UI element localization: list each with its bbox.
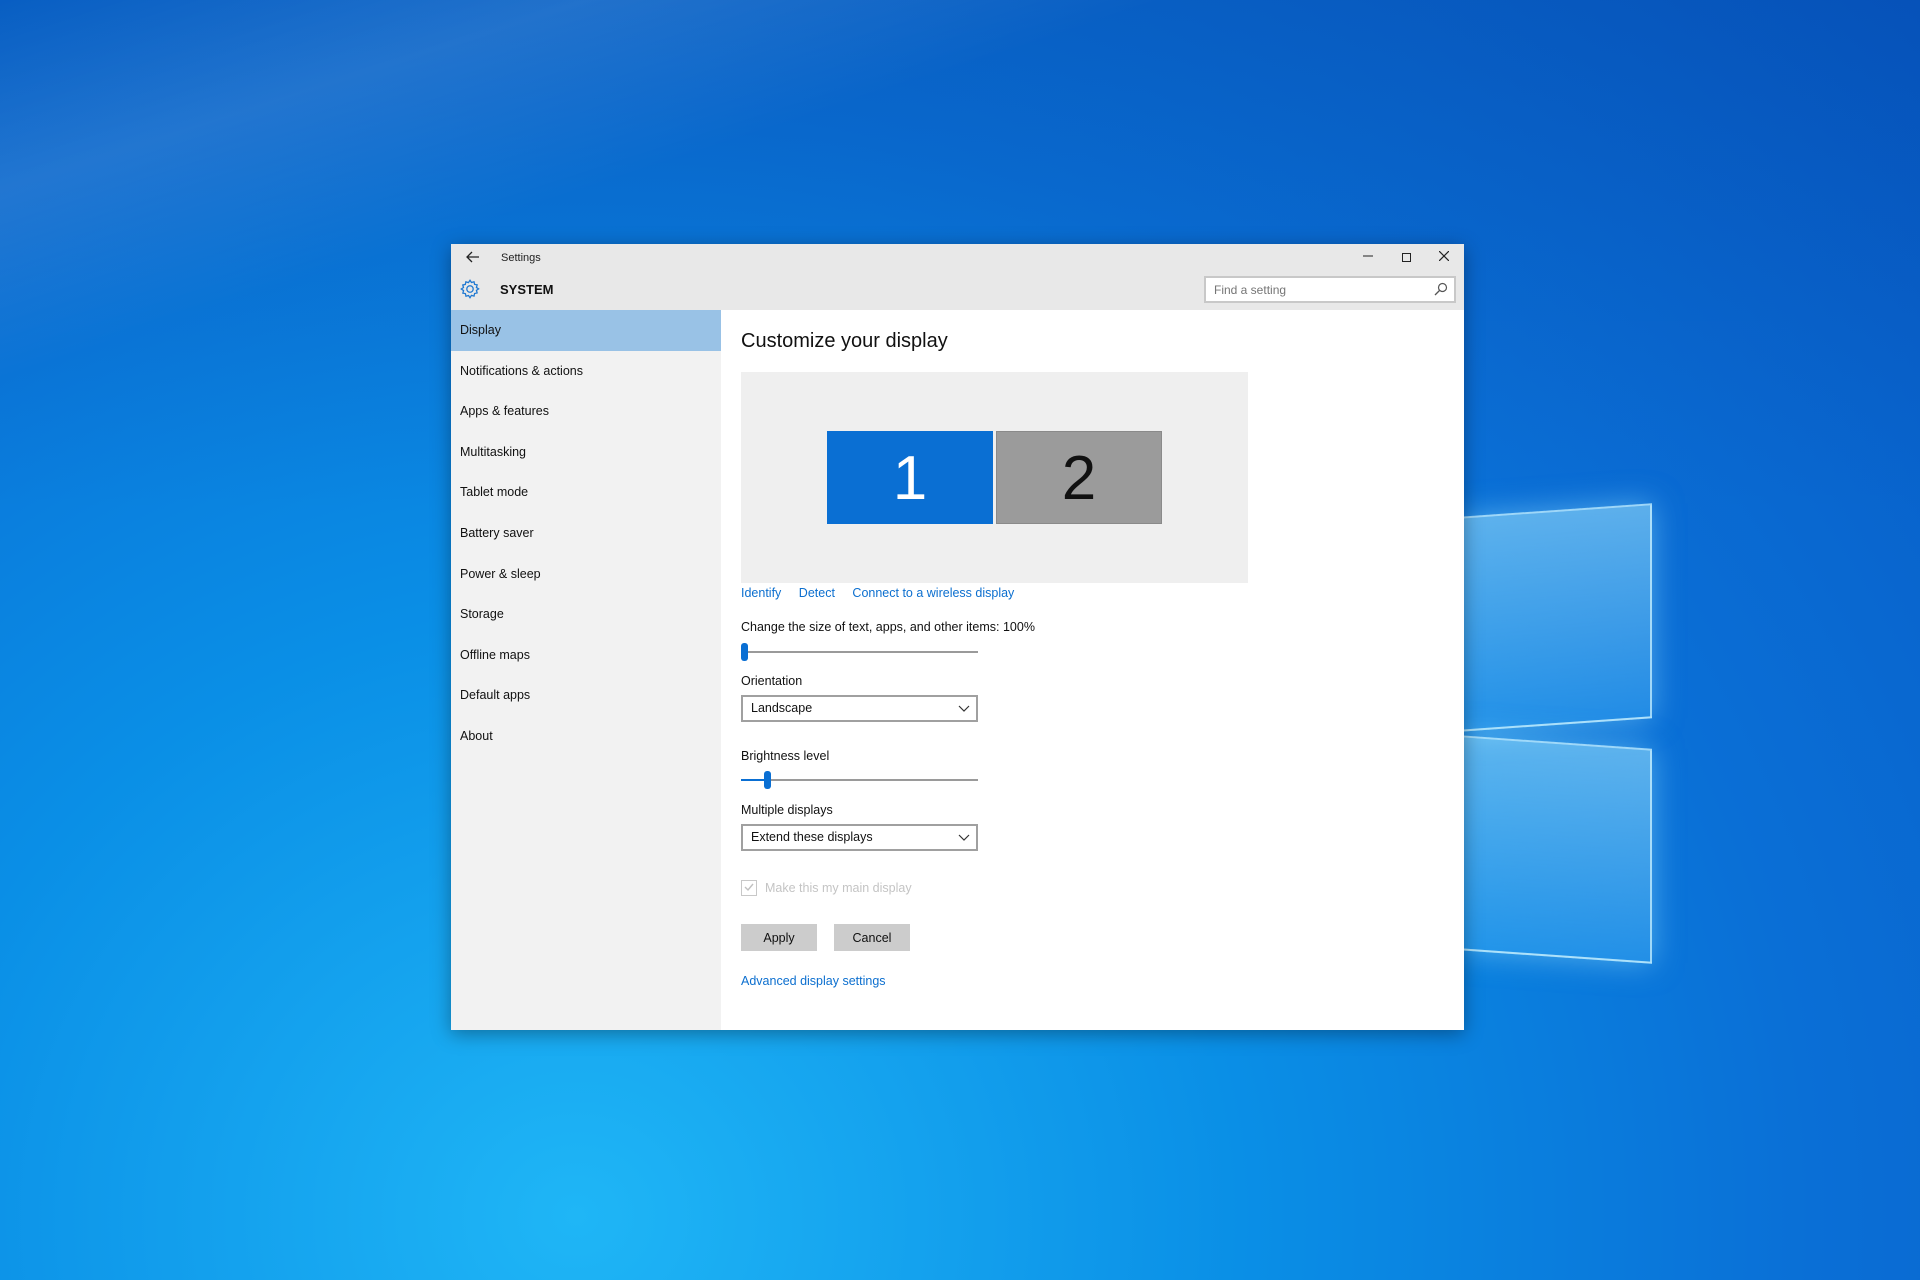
scale-label: Change the size of text, apps, and other… <box>741 620 1035 634</box>
title-bar: Settings SYSTEM <box>451 244 1464 310</box>
orientation-label: Orientation <box>741 674 803 688</box>
minimize-icon <box>1363 255 1373 257</box>
arrow-left-icon <box>466 251 479 263</box>
brightness-slider[interactable] <box>741 769 978 791</box>
settings-window: Settings SYSTEM Display Notifications <box>451 244 1464 1030</box>
section-title: SYSTEM <box>500 282 554 297</box>
sidebar-item-offline-maps[interactable]: Offline maps <box>451 635 721 676</box>
maximize-button[interactable] <box>1387 244 1425 268</box>
chevron-down-icon <box>958 705 970 712</box>
close-icon <box>1438 250 1450 262</box>
windows-logo <box>1440 503 1660 980</box>
sidebar-item-power-sleep[interactable]: Power & sleep <box>451 554 721 595</box>
checkmark-icon <box>744 883 754 892</box>
slider-track <box>741 779 978 781</box>
cancel-button[interactable]: Cancel <box>834 924 910 951</box>
wireless-display-link[interactable]: Connect to a wireless display <box>852 586 1014 600</box>
scale-slider[interactable] <box>741 641 978 663</box>
sidebar-item-battery-saver[interactable]: Battery saver <box>451 513 721 554</box>
slider-thumb[interactable] <box>764 771 771 789</box>
back-button[interactable] <box>461 248 485 270</box>
display-links: Identify Detect Connect to a wireless di… <box>741 586 1028 600</box>
search-icon[interactable] <box>1434 282 1448 296</box>
window-title: Settings <box>501 252 541 264</box>
brightness-label: Brightness level <box>741 749 830 763</box>
windows-logo-pane-top <box>1460 503 1652 732</box>
sidebar-item-multitasking[interactable]: Multitasking <box>451 432 721 473</box>
sidebar-item-tablet-mode[interactable]: Tablet mode <box>451 472 721 513</box>
slider-thumb[interactable] <box>741 643 748 661</box>
close-button[interactable] <box>1425 244 1463 268</box>
multiple-displays-dropdown[interactable]: Extend these displays <box>741 824 978 851</box>
sidebar-item-about[interactable]: About <box>451 716 721 757</box>
slider-track <box>741 651 978 653</box>
main-display-checkbox[interactable] <box>741 880 757 896</box>
identify-link[interactable]: Identify <box>741 586 781 600</box>
apply-button[interactable]: Apply <box>741 924 817 951</box>
search-input[interactable] <box>1206 278 1426 301</box>
multiple-displays-label: Multiple displays <box>741 803 833 817</box>
minimize-button[interactable] <box>1349 244 1387 268</box>
main-content: Customize your display 1 2 Identify Dete… <box>721 310 1464 1030</box>
sidebar-item-display[interactable]: Display <box>451 310 721 351</box>
multiple-displays-value: Extend these displays <box>751 830 873 844</box>
sidebar: Display Notifications & actions Apps & f… <box>451 310 721 1030</box>
search-box[interactable] <box>1204 276 1456 303</box>
orientation-value: Landscape <box>751 701 813 715</box>
monitor-2-tile[interactable]: 2 <box>996 431 1162 524</box>
main-display-checkbox-label: Make this my main display <box>765 881 912 895</box>
advanced-display-settings-link[interactable]: Advanced display settings <box>741 974 886 988</box>
page-title: Customize your display <box>741 330 948 352</box>
maximize-icon <box>1401 252 1411 262</box>
windows-logo-pane-bottom <box>1460 735 1652 964</box>
sidebar-item-storage[interactable]: Storage <box>451 594 721 635</box>
chevron-down-icon <box>958 834 970 841</box>
sidebar-item-notifications[interactable]: Notifications & actions <box>451 351 721 392</box>
gear-icon <box>460 279 480 299</box>
orientation-dropdown[interactable]: Landscape <box>741 695 978 722</box>
detect-link[interactable]: Detect <box>799 586 835 600</box>
monitor-1-tile[interactable]: 1 <box>827 431 993 524</box>
sidebar-item-default-apps[interactable]: Default apps <box>451 675 721 716</box>
sidebar-item-apps[interactable]: Apps & features <box>451 391 721 432</box>
display-arrangement: 1 2 <box>741 372 1248 583</box>
